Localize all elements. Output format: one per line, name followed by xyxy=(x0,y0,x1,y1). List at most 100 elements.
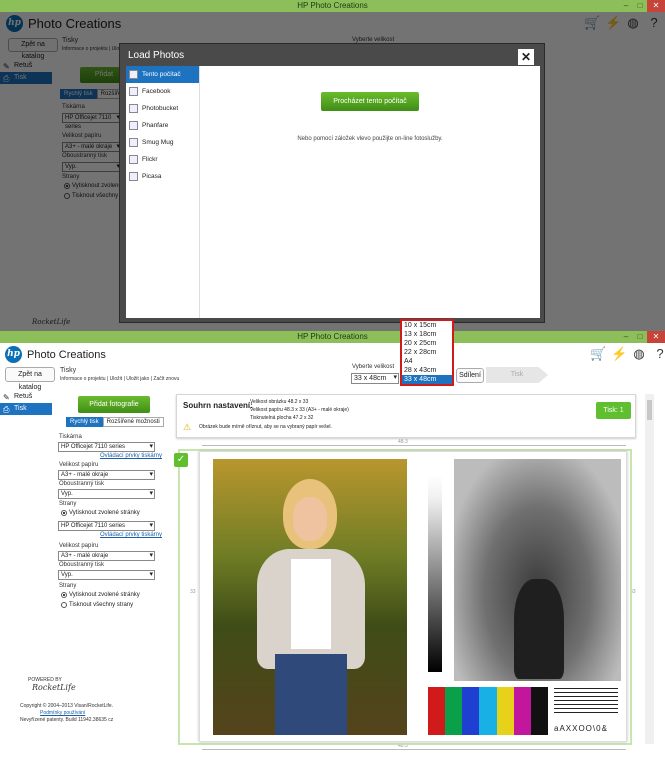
photo-trunk xyxy=(514,579,564,679)
dialog-title: Load Photos xyxy=(128,50,185,61)
summary-panel: Souhrn nastavení: Velikost obrázku 48.2 … xyxy=(176,394,636,438)
minimize-icon[interactable]: – xyxy=(619,0,633,12)
minimize-icon[interactable]: – xyxy=(619,331,633,343)
globe-icon[interactable]: ◍ xyxy=(632,347,646,361)
photo-jeans xyxy=(275,654,347,735)
color-swatch xyxy=(428,687,446,735)
window-title-main: HP Photo Creations xyxy=(297,332,368,341)
cart-icon[interactable]: 🛒 xyxy=(590,347,606,361)
browse-computer-button[interactable]: Procházet tento počítač xyxy=(321,92,419,111)
size-option[interactable]: 22 x 28cm xyxy=(402,348,452,357)
pages-label: Strany xyxy=(59,501,77,507)
title-bar-main: HP Photo Creations – □ ✕ xyxy=(0,331,665,343)
add-photo-button[interactable]: Přidat fotografie xyxy=(78,396,150,413)
project-links: Informace o projektu | Uložit | Uložit j… xyxy=(60,376,180,382)
duplex-label: Oboustranný tisk xyxy=(59,481,105,487)
window-title: HP Photo Creations xyxy=(297,1,368,10)
top-window: HP Photo Creations –□✕ hp Photo Creation… xyxy=(0,0,665,331)
help-icon[interactable]: ? xyxy=(653,347,665,361)
tree-photo[interactable] xyxy=(454,459,621,681)
app-logo-main: hp Photo Creations xyxy=(5,346,106,363)
color-swatch xyxy=(445,687,463,735)
dialog-close-icon[interactable]: ✕ xyxy=(518,49,534,65)
color-swatch xyxy=(530,687,548,735)
print-button[interactable]: Tisk xyxy=(486,367,548,383)
photobucket-icon xyxy=(129,104,138,113)
project-name: Tisky xyxy=(60,367,77,374)
load-photos-dialog: Load Photos ✕ Tento počítač Facebook Photo… xyxy=(119,43,545,323)
color-swatch xyxy=(496,687,514,735)
duplex-select[interactable]: Vyp. xyxy=(58,489,155,499)
title-bar: HP Photo Creations – □ ✕ xyxy=(0,0,665,12)
dialog-body: Tento počítač Facebook Photobucket Phanfare… xyxy=(126,66,540,318)
brand-logo: RocketLife xyxy=(32,683,76,692)
size-option[interactable]: 20 x 25cm xyxy=(402,339,452,348)
close-icon[interactable]: ✕ xyxy=(647,331,665,343)
print-count-badge[interactable]: Tisk: 1 xyxy=(596,402,631,419)
summary-print-area: Tisknutelná plocha 47.2 x 32 xyxy=(250,415,314,421)
portrait-photo[interactable] xyxy=(213,459,407,735)
sidebar-item-print[interactable]: ⎙Tisk xyxy=(0,403,52,415)
duplex-select-2[interactable]: Vyp. xyxy=(58,570,155,580)
size-dropdown[interactable]: 10 x 15cm 13 x 18cm 20 x 25cm 22 x 28cm A4 28… xyxy=(400,319,454,386)
size-option[interactable]: A4 xyxy=(402,357,452,366)
share-button[interactable]: Sdílení xyxy=(456,368,484,383)
dialog-hint: Nebo pomocí záložek vlevo použijte on-li… xyxy=(297,136,443,142)
link-save-as[interactable]: Uložit jako xyxy=(126,376,149,382)
photo-shirt xyxy=(291,559,331,649)
source-item-phanfare[interactable]: Phanfare xyxy=(126,117,199,134)
maximize-icon[interactable]: □ xyxy=(633,0,647,12)
radio-selected-pages[interactable]: Vytisknout zvolené stránky xyxy=(61,510,140,516)
warning-icon: ⚠ xyxy=(183,422,192,432)
picasa-icon xyxy=(129,172,138,181)
summary-paper-size: Velikost papíru 48.3 x 33 (A3+ - malé ok… xyxy=(250,407,349,413)
radio-all-pages[interactable]: Tisknout všechny strany xyxy=(61,602,133,608)
scrollbar[interactable] xyxy=(645,394,654,744)
summary-warning: Obrázek bude mírně oříznut, aby se na vy… xyxy=(199,424,332,430)
source-item-smugmug[interactable]: Smug Mug xyxy=(126,134,199,151)
source-item-flickr[interactable]: Flickr xyxy=(126,151,199,168)
link-start-over[interactable]: Začít znovu xyxy=(153,376,179,382)
back-button[interactable]: Zpět na katalog xyxy=(5,367,55,391)
print-page: aAXXOO\0& xyxy=(199,451,627,742)
maximize-icon[interactable]: □ xyxy=(633,331,647,343)
paper-select-2[interactable]: A3+ - malé okraje xyxy=(58,551,155,561)
printer-select-2[interactable]: HP Officejet 7110 series xyxy=(58,521,155,531)
radio-selected-pages-2[interactable]: Vytisknout zvolené stránky xyxy=(61,592,140,598)
color-swatch xyxy=(513,687,531,735)
facebook-icon xyxy=(129,87,138,96)
printer-label: Tiskárna xyxy=(59,434,82,440)
link-save[interactable]: Uložit xyxy=(110,376,123,382)
sidebar-item-retouch[interactable]: ✎Retuš xyxy=(0,391,52,403)
source-item-facebook[interactable]: Facebook xyxy=(126,83,199,100)
size-option[interactable]: 13 x 18cm xyxy=(402,330,452,339)
printer-icon: ⎙ xyxy=(3,405,10,414)
smugmug-icon xyxy=(129,138,138,147)
size-option[interactable]: 28 x 43cm xyxy=(402,366,452,375)
build-text: Nevyřízené patenty. Build 11942.38635 cz xyxy=(20,717,114,723)
size-option[interactable]: 33 x 48cm xyxy=(402,375,452,384)
hp-logo: hp xyxy=(5,346,22,363)
scrollbar-thumb[interactable] xyxy=(647,400,652,420)
source-item-picasa[interactable]: Picasa xyxy=(126,168,199,185)
source-list: Tento počítač Facebook Photobucket Phanfare… xyxy=(126,66,200,318)
tab-quick-print[interactable]: Rychlý tisk xyxy=(66,417,103,427)
check-icon[interactable]: ✓ xyxy=(174,453,188,467)
size-select[interactable]: 33 x 48cm xyxy=(351,373,399,384)
computer-icon xyxy=(129,70,138,79)
copyright-text: Copyright © 2004–2013 Visan/RocketLife. xyxy=(20,703,114,709)
source-item-photobucket[interactable]: Photobucket xyxy=(126,100,199,117)
size-option[interactable]: 10 x 15cm xyxy=(402,321,452,330)
printer-controls-link-2[interactable]: Ovládací prvky tiskárny xyxy=(100,532,162,538)
link-project-info[interactable]: Informace o projektu xyxy=(60,376,106,382)
tab-advanced[interactable]: Rozšířené možnosti xyxy=(102,417,164,427)
printer-select[interactable]: HP Officejet 7110 series xyxy=(58,442,155,452)
terms-link[interactable]: Podmínky používání xyxy=(40,710,85,716)
width-dim-label: 48.3 xyxy=(398,439,408,445)
close-icon[interactable]: ✕ xyxy=(647,0,665,12)
source-item-computer[interactable]: Tento počítač xyxy=(126,66,199,83)
lightning-icon[interactable]: ⚡ xyxy=(611,347,627,361)
width-dim-line xyxy=(202,445,626,446)
paper-select[interactable]: A3+ - malé okraje xyxy=(58,470,155,480)
printer-controls-link[interactable]: Ovládací prvky tiskárny xyxy=(100,453,162,459)
